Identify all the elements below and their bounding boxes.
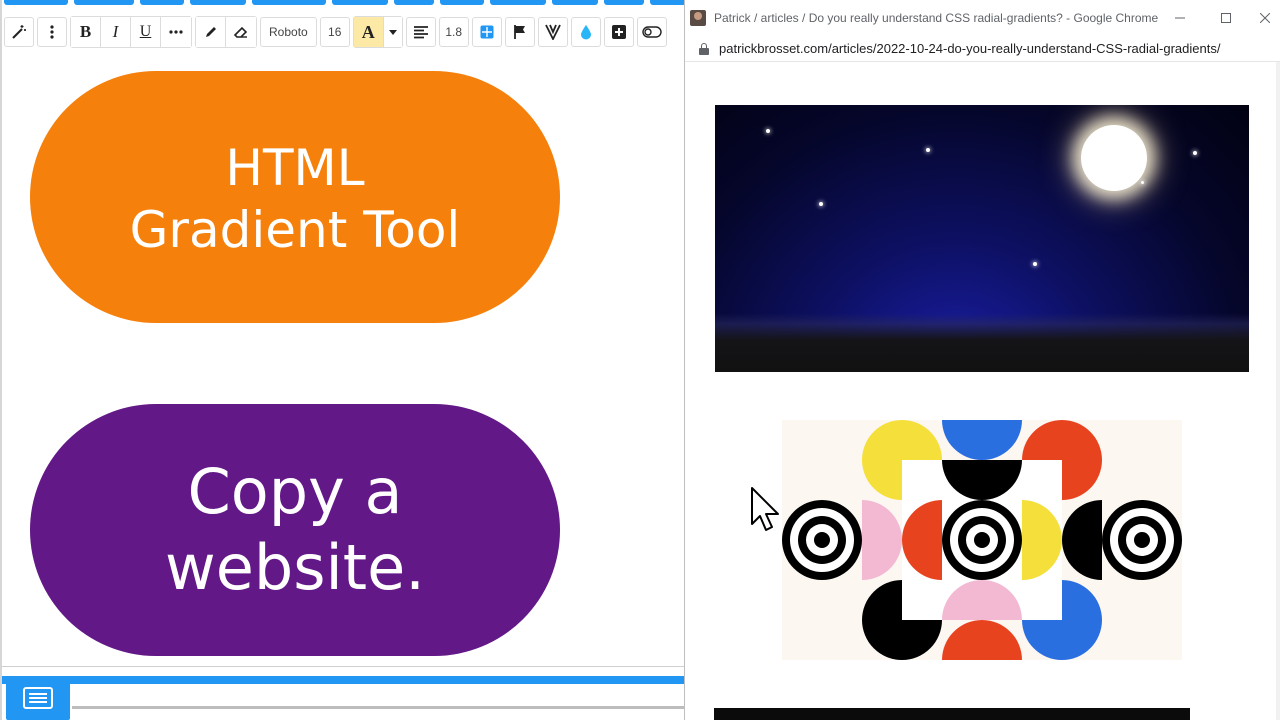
filter-icon xyxy=(544,24,561,40)
eraser-icon xyxy=(233,26,248,38)
highlight-color-button[interactable]: A xyxy=(353,17,384,47)
align-button[interactable] xyxy=(405,17,436,47)
horizontal-scrollbar[interactable] xyxy=(72,706,686,709)
font-size-input[interactable]: 16 xyxy=(319,17,350,47)
radial-gradient-pattern-image xyxy=(782,420,1182,660)
align-left-icon xyxy=(413,26,428,39)
color-drop-button[interactable] xyxy=(570,17,601,47)
editor-tab[interactable] xyxy=(604,0,644,5)
flag-icon xyxy=(513,25,525,39)
editor-tab[interactable] xyxy=(490,0,546,5)
star xyxy=(1033,262,1037,266)
line-height-input[interactable]: 1.8 xyxy=(438,17,469,47)
target-circle xyxy=(782,500,862,580)
star xyxy=(1193,151,1197,155)
star xyxy=(926,148,930,152)
editor-tab[interactable] xyxy=(552,0,598,5)
flag-button[interactable] xyxy=(504,17,535,47)
plus-box-icon xyxy=(611,25,626,39)
eraser-button[interactable] xyxy=(226,17,256,47)
vertical-scrollbar[interactable] xyxy=(1276,62,1280,720)
window-title: Patrick / articles / Do you really under… xyxy=(714,11,1159,25)
close-window-button[interactable] xyxy=(1249,0,1280,36)
editor-pane: B I U Roboto 16 A 1.8 HTML Gradient Tool… xyxy=(0,0,686,720)
editor-tab[interactable] xyxy=(74,0,134,5)
mouse-cursor-icon xyxy=(751,487,779,531)
italic-button[interactable]: I xyxy=(101,17,131,47)
toggle-icon xyxy=(642,26,662,38)
night-sky-image xyxy=(715,105,1249,372)
draw-group xyxy=(195,16,257,48)
more-vertical-icon xyxy=(50,25,54,39)
star xyxy=(766,129,770,133)
format-toolbar: B I U Roboto 16 A 1.8 xyxy=(4,16,686,48)
next-image-preview xyxy=(714,708,1190,720)
list-panel-icon xyxy=(23,687,53,709)
magic-wand-button[interactable] xyxy=(4,17,34,47)
editor-tab[interactable] xyxy=(332,0,388,5)
target-circle xyxy=(942,500,1022,580)
address-bar[interactable]: patrickbrosset.com/articles/2022-10-24-d… xyxy=(685,36,1280,62)
highlight-group: A xyxy=(352,16,403,48)
add-block-button[interactable] xyxy=(603,17,634,47)
pill-label: HTML Gradient Tool xyxy=(129,139,461,259)
table-icon xyxy=(480,25,494,39)
editor-tab[interactable] xyxy=(190,0,246,5)
editor-tab[interactable] xyxy=(140,0,184,5)
bold-button[interactable]: B xyxy=(71,17,101,47)
filter-button[interactable] xyxy=(537,17,568,47)
minimize-icon xyxy=(1175,17,1185,19)
site-favicon-icon xyxy=(690,10,706,26)
water-drop-icon xyxy=(580,25,591,40)
highlight-dropdown-button[interactable] xyxy=(383,17,402,47)
bottom-accent-bar xyxy=(2,676,686,684)
minimize-button[interactable] xyxy=(1157,0,1203,36)
font-family-select[interactable]: Roboto xyxy=(260,17,317,47)
copy-website-pill[interactable]: Copy a website. xyxy=(30,404,560,656)
moon xyxy=(1081,125,1147,191)
pen-icon xyxy=(205,27,216,37)
star xyxy=(819,202,823,206)
pill-label: Copy a website. xyxy=(165,455,425,604)
editor-tab[interactable] xyxy=(650,0,686,5)
divider xyxy=(2,666,686,667)
lock-icon xyxy=(699,42,709,55)
maximize-icon xyxy=(1221,13,1231,23)
target-circle xyxy=(1102,500,1182,580)
more-vertical-button[interactable] xyxy=(37,17,67,47)
toggle-button[interactable] xyxy=(636,17,667,47)
maximize-button[interactable] xyxy=(1203,0,1249,36)
table-button[interactable] xyxy=(471,17,502,47)
more-horizontal-icon xyxy=(169,30,183,34)
chevron-down-icon xyxy=(388,29,397,35)
underline-button[interactable]: U xyxy=(131,17,161,47)
magic-wand-icon xyxy=(12,25,26,39)
editor-tab-strip xyxy=(2,0,686,6)
close-icon xyxy=(1260,13,1270,23)
panel-menu-button[interactable] xyxy=(6,676,70,720)
editor-tab[interactable] xyxy=(394,0,434,5)
pen-button[interactable] xyxy=(196,17,226,47)
editor-tab[interactable] xyxy=(4,0,68,5)
url-text[interactable]: patrickbrosset.com/articles/2022-10-24-d… xyxy=(719,41,1275,56)
browser-titlebar: Patrick / articles / Do you really under… xyxy=(685,0,1280,36)
star xyxy=(1141,181,1144,184)
editor-tab[interactable] xyxy=(252,0,326,5)
text-style-group: B I U xyxy=(70,16,192,48)
editor-tab[interactable] xyxy=(440,0,484,5)
more-horizontal-button[interactable] xyxy=(161,17,191,47)
gradient-tool-pill[interactable]: HTML Gradient Tool xyxy=(30,71,560,323)
